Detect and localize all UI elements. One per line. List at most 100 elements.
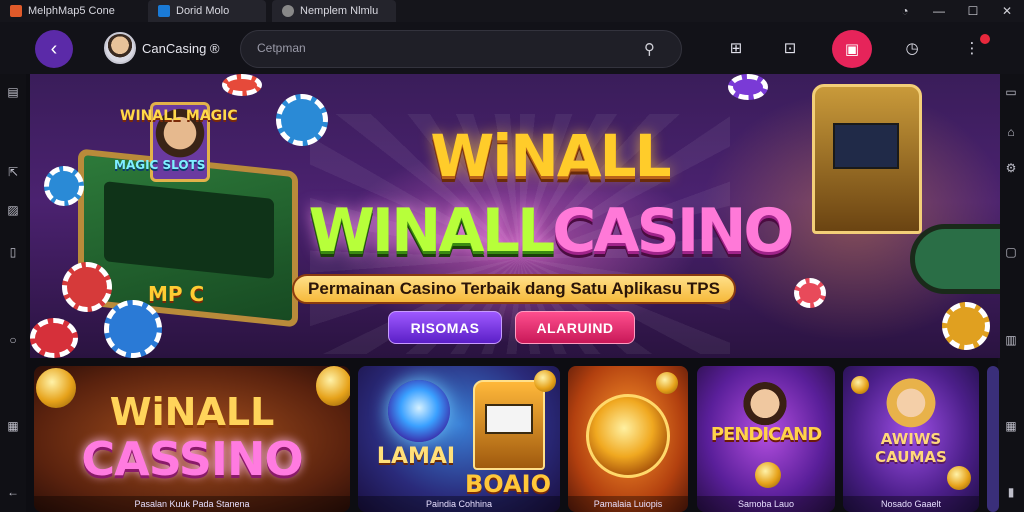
document-icon[interactable]: ▦ bbox=[5, 418, 21, 434]
tab-page-icon bbox=[158, 5, 170, 17]
card-label: Pasalan Kuuk Pada Stanena bbox=[34, 496, 350, 512]
top-toolbar: ‹ CanCasing ® ⚲ ⊞ ⊡ ▣ ◷ ⋮ bbox=[0, 22, 1024, 74]
help-icon[interactable]: ◔ bbox=[888, 0, 922, 22]
book-icon[interactable]: ▯ bbox=[5, 244, 21, 260]
game-card-awiws[interactable]: AWIWS CAUMAS Nosado Gaaelt bbox=[843, 366, 979, 512]
game-card-pendicand[interactable]: PENDICAND Samoba Lauo bbox=[697, 366, 835, 512]
sidebar-icon[interactable]: ▮ bbox=[1003, 484, 1019, 500]
card-title: PENDICAND bbox=[710, 424, 822, 445]
card-title: LAMAI bbox=[376, 444, 456, 469]
slot-reels bbox=[104, 181, 274, 280]
game-card-winall[interactable]: WiNALL CASSINO Pasalan Kuuk Pada Stanena bbox=[34, 366, 350, 512]
menu-icon[interactable]: ▤ bbox=[5, 84, 21, 100]
zoom-icon[interactable]: ⊡ bbox=[778, 36, 802, 60]
avatar[interactable] bbox=[104, 32, 136, 64]
card-label: Pamalaia Luiopis bbox=[568, 496, 688, 512]
card-label: Samoba Lauo bbox=[697, 496, 835, 512]
crystal-orb bbox=[388, 380, 450, 442]
coin bbox=[36, 368, 76, 408]
chip-red bbox=[222, 74, 262, 96]
timer-icon[interactable]: ◷ bbox=[900, 36, 924, 60]
sign-mid: MAGIC SLOTS bbox=[114, 158, 206, 172]
tab-label: Dorid Molo bbox=[176, 5, 230, 17]
character-portrait bbox=[741, 382, 789, 430]
chip-blue-bottom bbox=[104, 300, 162, 358]
hero-subtitle: Permainan Casino Terbaik dang Satu Aplik… bbox=[292, 274, 736, 304]
hero-button-primary[interactable]: RISOMAS bbox=[388, 311, 502, 344]
card-label: Paindia Cohhina bbox=[358, 496, 560, 512]
slot-machine-right bbox=[812, 84, 922, 234]
chip-red-left bbox=[62, 262, 112, 312]
coin bbox=[851, 376, 869, 394]
hero-title-green: WINALL bbox=[308, 196, 556, 266]
back-icon: ‹ bbox=[50, 37, 58, 60]
profile[interactable]: CanCasing ® bbox=[104, 32, 220, 64]
chip-blue-left bbox=[44, 166, 84, 206]
character-portrait bbox=[885, 376, 937, 432]
card-title: AWIWS CAUMAS bbox=[875, 430, 947, 466]
search-bar: ⚲ bbox=[240, 30, 682, 68]
hero-title-line1: WiNALL bbox=[430, 122, 671, 190]
slot-screen bbox=[833, 123, 899, 169]
maximize-button[interactable]: ☐ bbox=[956, 0, 990, 22]
tab-globe-icon bbox=[282, 5, 294, 17]
gift-icon: ▣ bbox=[844, 41, 860, 58]
sign-bottom: MP C bbox=[148, 282, 205, 306]
close-button[interactable]: ✕ bbox=[990, 0, 1024, 22]
search-input[interactable] bbox=[257, 41, 617, 55]
coin bbox=[947, 466, 971, 490]
square-icon[interactable]: ▢ bbox=[1003, 244, 1019, 260]
profile-name: CanCasing ® bbox=[142, 40, 220, 56]
chart-icon[interactable]: ▥ bbox=[1003, 332, 1019, 348]
back-arrow-icon[interactable]: ← bbox=[5, 484, 21, 500]
settings-icon[interactable]: ⚙ bbox=[1003, 160, 1019, 176]
image-icon[interactable]: ▨ bbox=[5, 202, 21, 218]
gift-button[interactable]: ▣ bbox=[832, 30, 872, 68]
tab-label: MelphMap5 Cone bbox=[28, 5, 115, 17]
poker-table bbox=[910, 224, 1000, 294]
coin bbox=[755, 462, 781, 488]
coin bbox=[316, 366, 350, 406]
minimize-button[interactable]: — bbox=[922, 0, 956, 22]
sign-top: WINALL MAGIC bbox=[120, 108, 238, 124]
game-card-partial[interactable] bbox=[987, 366, 999, 512]
tab-label: Nemplem Nlmlu bbox=[300, 5, 379, 17]
layout-icon[interactable]: ▦ bbox=[1003, 418, 1019, 434]
card-subtitle: CASSINO bbox=[81, 432, 303, 486]
card-title: WiNALL bbox=[109, 390, 275, 434]
coin bbox=[656, 372, 678, 394]
right-rail: ▭ ⌂ ⚙ ▢ ▥ ▦ ▮ bbox=[998, 74, 1024, 512]
slot-screen bbox=[485, 404, 533, 434]
tab-third[interactable]: Nemplem Nlmlu bbox=[272, 0, 396, 22]
card-label: Nosado Gaaelt bbox=[843, 496, 979, 512]
game-card-slots[interactable]: LAMAI BOAIO Paindia Cohhina bbox=[358, 366, 560, 512]
chip-red-right bbox=[794, 278, 826, 308]
gold-emblem bbox=[586, 394, 670, 478]
share-icon[interactable]: ⇱ bbox=[5, 164, 21, 180]
home-icon[interactable]: ⌂ bbox=[1003, 124, 1019, 140]
chip-blue bbox=[276, 94, 328, 146]
slot-machine bbox=[473, 380, 545, 470]
window-controls: ◔ — ☐ ✕ bbox=[888, 0, 1024, 22]
circle-icon[interactable]: ○ bbox=[5, 332, 21, 348]
tab-app[interactable]: MelphMap5 Cone bbox=[0, 0, 148, 22]
game-card-emblem[interactable]: Pamalaia Luiopis bbox=[568, 366, 688, 512]
window-tab-bar: MelphMap5 Cone Dorid Molo Nemplem Nlmlu … bbox=[0, 0, 1024, 22]
chip-red-bottom bbox=[30, 318, 78, 358]
hero-title-line2: WINALLCASINO bbox=[300, 196, 800, 266]
hero-banner[interactable]: WINALL MAGIC MAGIC SLOTS MP C WiNALL WIN… bbox=[30, 74, 1000, 358]
hero-button-secondary[interactable]: ALARUIND bbox=[515, 311, 635, 344]
chip-purple bbox=[728, 74, 768, 100]
notification-badge bbox=[980, 34, 990, 44]
tab-second[interactable]: Dorid Molo bbox=[148, 0, 266, 22]
back-button[interactable]: ‹ bbox=[35, 30, 73, 68]
hero-title-pink: CASINO bbox=[552, 196, 794, 266]
card-subtitle: BOAIO bbox=[465, 470, 551, 498]
app-logo-icon bbox=[10, 5, 22, 17]
search-icon[interactable]: ⚲ bbox=[644, 40, 655, 58]
coin bbox=[534, 370, 556, 392]
panel-icon[interactable]: ▭ bbox=[1003, 84, 1019, 100]
chip-gold-right bbox=[942, 302, 990, 350]
plus-box-icon[interactable]: ⊞ bbox=[724, 36, 748, 60]
left-rail: ▤ ⇱ ▨ ▯ ○ ▦ ← bbox=[0, 74, 26, 512]
